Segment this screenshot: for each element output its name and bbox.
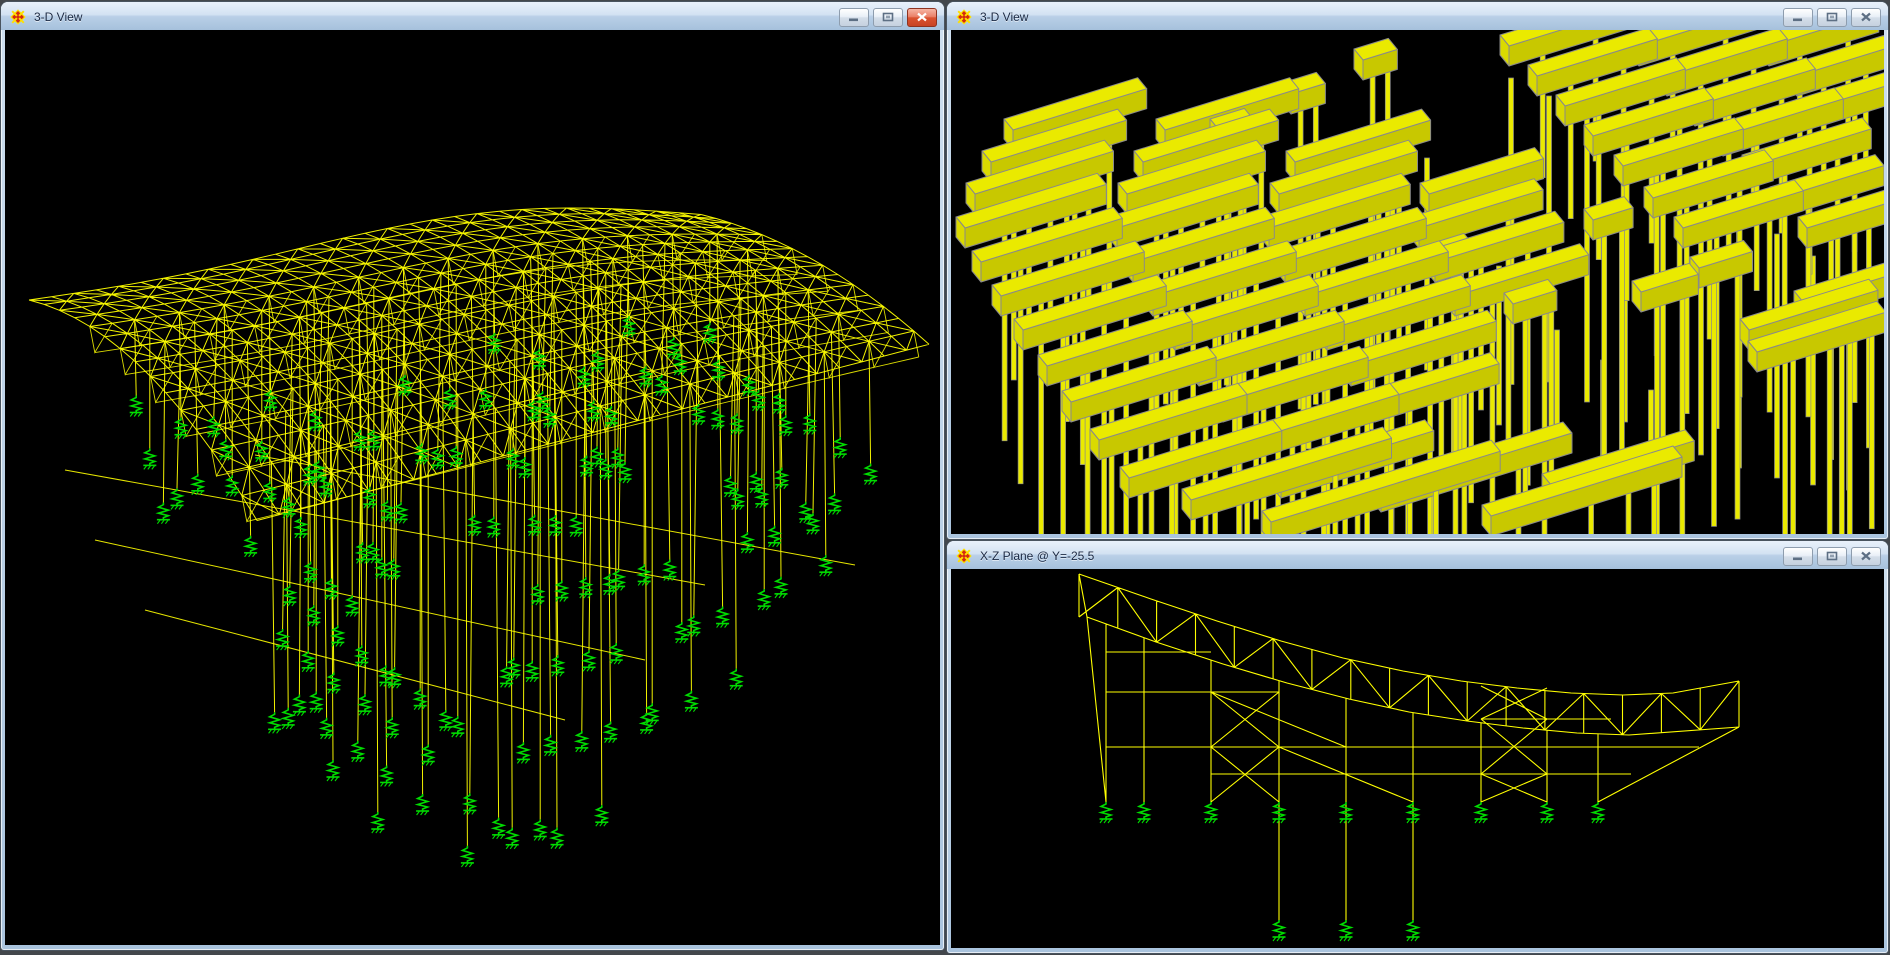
window-title: X-Z Plane @ Y=-25.5 — [980, 549, 1783, 563]
extruded-3d-model[interactable] — [951, 30, 1884, 534]
minimize-button[interactable] — [839, 8, 869, 27]
viewport-3d-wireframe[interactable] — [5, 30, 940, 945]
titlebar[interactable]: 3-D View — [947, 2, 1888, 30]
close-icon — [1860, 551, 1872, 561]
close-icon — [916, 12, 928, 22]
app-icon[interactable] — [956, 9, 972, 25]
close-icon — [1860, 12, 1872, 22]
window-title: 3-D View — [980, 10, 1783, 24]
maximize-icon — [882, 12, 894, 22]
maximize-button[interactable] — [873, 8, 903, 27]
app-icon[interactable] — [956, 548, 972, 564]
window-3d-view-extruded: 3-D View — [947, 2, 1888, 539]
minimize-button[interactable] — [1783, 547, 1813, 566]
titlebar[interactable]: 3-D View — [1, 2, 944, 30]
maximize-button[interactable] — [1817, 547, 1847, 566]
elevation-model[interactable] — [951, 569, 1884, 948]
close-button[interactable] — [1851, 547, 1881, 566]
window-title: 3-D View — [34, 10, 839, 24]
viewport-3d-extruded[interactable] — [951, 30, 1884, 534]
minimize-icon — [1792, 551, 1804, 561]
window-xz-plane: X-Z Plane @ Y=-25.5 — [947, 541, 1888, 953]
window-3d-view-wireframe: 3-D View — [1, 2, 944, 950]
minimize-icon — [1792, 12, 1804, 22]
maximize-icon — [1826, 12, 1838, 22]
maximize-icon — [1826, 551, 1838, 561]
viewport-xz-elevation[interactable] — [951, 569, 1884, 948]
wireframe-3d-model[interactable] — [5, 30, 940, 945]
minimize-button[interactable] — [1783, 8, 1813, 27]
maximize-button[interactable] — [1817, 8, 1847, 27]
close-button[interactable] — [1851, 8, 1881, 27]
close-button[interactable] — [907, 8, 937, 27]
app-icon[interactable] — [10, 9, 26, 25]
titlebar[interactable]: X-Z Plane @ Y=-25.5 — [947, 541, 1888, 569]
minimize-icon — [848, 12, 860, 22]
